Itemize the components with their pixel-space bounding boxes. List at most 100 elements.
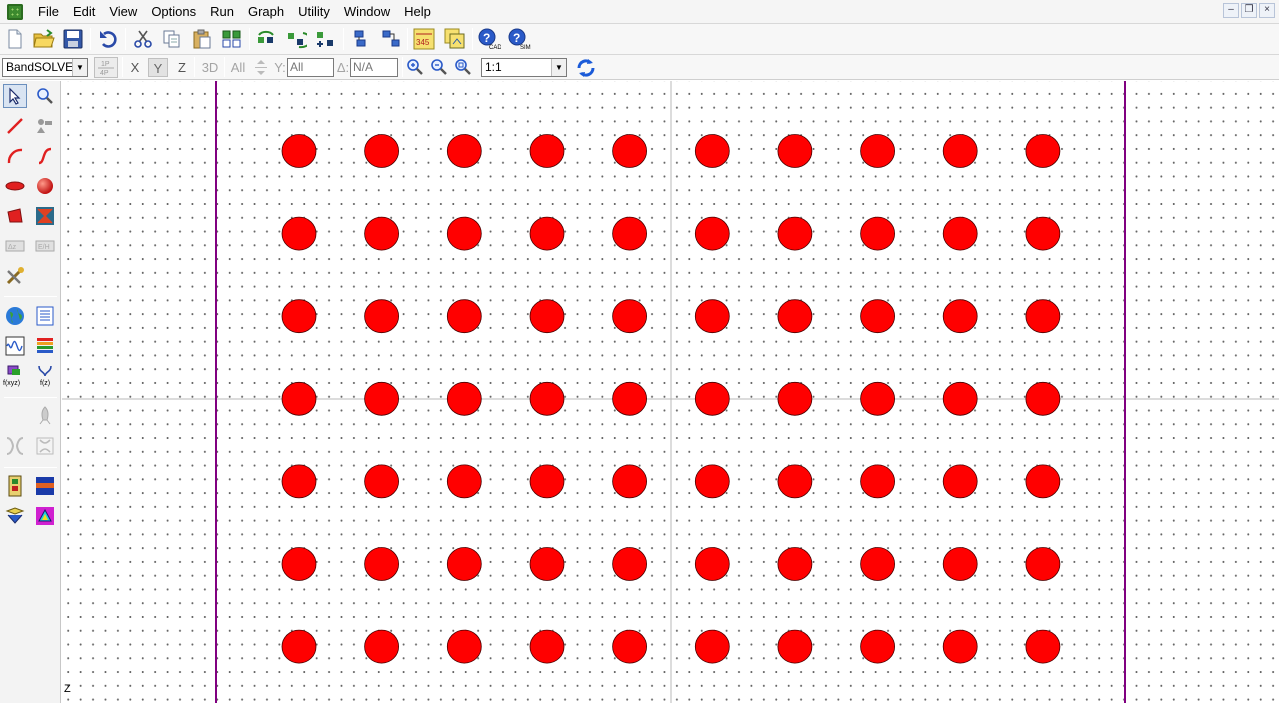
lattice-rod — [942, 299, 978, 334]
svg-text:E/H: E/H — [38, 244, 50, 251]
menu-run[interactable]: Run — [203, 1, 241, 23]
lattice-rod — [281, 299, 317, 334]
zoom-fit-icon[interactable] — [454, 58, 472, 76]
function-z-icon[interactable]: f(z) — [33, 364, 57, 388]
layout-toggle-icon[interactable]: 1P 4P — [94, 57, 118, 78]
window-controls: – ❐ × — [1223, 3, 1275, 18]
select-tool-icon[interactable] — [3, 84, 27, 108]
lattice-rod — [942, 381, 978, 416]
lattice-rod — [446, 381, 482, 416]
field-plot-icon[interactable] — [33, 504, 57, 528]
menu-edit[interactable]: Edit — [66, 1, 102, 23]
open-folder-icon[interactable] — [32, 27, 56, 51]
svg-text:4P: 4P — [100, 70, 109, 77]
mode-solver-icon[interactable] — [3, 474, 27, 498]
lattice-rod — [860, 381, 895, 416]
axis-y-button[interactable]: Y — [148, 58, 168, 77]
delta-input[interactable]: N/A — [350, 58, 398, 77]
ellipse-tool-icon[interactable] — [3, 174, 27, 198]
menu-file[interactable]: File — [31, 1, 66, 23]
rotate-right-icon[interactable] — [284, 27, 308, 51]
axis-z-button[interactable]: Z — [174, 58, 190, 77]
list-icon[interactable] — [33, 304, 57, 328]
menu-view[interactable]: View — [102, 1, 144, 23]
shape-tool-icon[interactable] — [33, 114, 57, 138]
svg-text:?: ? — [483, 31, 490, 45]
function-xyz-icon[interactable]: f(xyz) — [3, 364, 27, 388]
layers-icon[interactable] — [443, 27, 467, 51]
close-icon[interactable]: × — [1259, 3, 1275, 18]
menu-options[interactable]: Options — [144, 1, 203, 23]
lattice-rod — [364, 299, 400, 334]
duplicate-icon[interactable] — [220, 27, 244, 51]
rotate-left-icon[interactable] — [254, 27, 278, 51]
lattice-rod — [446, 134, 482, 168]
lattice-rod — [529, 547, 565, 581]
lattice-rod — [281, 134, 317, 168]
lattice-rod — [777, 299, 813, 334]
lattice-rod — [446, 547, 482, 581]
lattice-rod — [777, 629, 813, 664]
zoom-in-icon[interactable] — [406, 58, 424, 76]
show-all-button[interactable]: All — [228, 58, 248, 77]
zoom-select[interactable]: 1:1 ▼ — [481, 58, 567, 77]
line-tool-icon[interactable] — [3, 114, 27, 138]
lattice-rod — [777, 216, 813, 251]
simulator-select[interactable]: BandSOLVE ▼ — [2, 58, 88, 77]
svg-text:SIM: SIM — [520, 45, 531, 50]
band-map-icon[interactable] — [33, 474, 57, 498]
minimize-icon[interactable]: – — [1223, 3, 1239, 18]
menu-bar: File Edit View Options Run Graph Utility… — [0, 0, 1279, 24]
main-toolbar: 345 ? CAD ? SIM — [0, 24, 1279, 55]
arc-tool-icon[interactable] — [3, 144, 27, 168]
group-icon[interactable] — [379, 27, 403, 51]
coord-label: Y: — [274, 60, 286, 75]
bring-front-icon[interactable] — [349, 27, 373, 51]
restore-icon[interactable]: ❐ — [1241, 3, 1257, 18]
globe-icon[interactable] — [3, 304, 27, 328]
lattice-rod — [364, 629, 400, 664]
save-icon[interactable] — [61, 27, 85, 51]
axis-x-button[interactable]: X — [127, 58, 143, 77]
step-icon[interactable] — [253, 59, 269, 76]
design-canvas[interactable]: Z — [62, 81, 1279, 703]
lattice-rod — [612, 216, 647, 251]
zoom-tool-icon[interactable] — [33, 84, 57, 108]
menu-utility[interactable]: Utility — [291, 1, 337, 23]
taper-tool-icon[interactable] — [33, 204, 57, 228]
curve-tool-icon[interactable] — [33, 144, 57, 168]
lattice-rod — [860, 629, 895, 664]
coord-input[interactable]: All — [287, 58, 334, 77]
chevron-down-icon: ▼ — [72, 59, 87, 76]
view-3d-button[interactable]: 3D — [199, 58, 221, 77]
paste-icon[interactable] — [190, 27, 214, 51]
lattice-rod — [1025, 547, 1061, 581]
app-icon[interactable] — [7, 3, 23, 20]
cad-help-icon[interactable]: ? CAD — [477, 27, 501, 51]
polygon-tool-icon[interactable] — [3, 204, 27, 228]
menu-graph[interactable]: Graph — [241, 1, 291, 23]
undo-icon[interactable] — [96, 27, 120, 51]
lattice-rod — [860, 216, 895, 251]
menu-window[interactable]: Window — [337, 1, 397, 23]
new-file-icon[interactable] — [3, 27, 27, 51]
tools-icon[interactable] — [3, 264, 27, 288]
menu-help[interactable]: Help — [397, 1, 438, 23]
lattice-rod — [529, 464, 565, 499]
lattice-layout[interactable] — [62, 81, 1279, 703]
zoom-out-icon[interactable] — [430, 58, 448, 76]
waveform-icon[interactable] — [3, 334, 27, 358]
array-add-icon[interactable] — [314, 27, 338, 51]
lattice-rod — [529, 381, 565, 416]
layout-download-icon[interactable] — [3, 504, 27, 528]
profile-layers-icon[interactable] — [33, 334, 57, 358]
lattice-rod — [364, 134, 400, 168]
sim-help-icon[interactable]: ? SIM — [507, 27, 531, 51]
refresh-icon[interactable] — [575, 57, 597, 79]
lattice-rod — [364, 216, 400, 251]
cut-icon[interactable] — [131, 27, 155, 51]
copy-icon[interactable] — [160, 27, 184, 51]
lattice-rod — [860, 299, 895, 334]
sphere-tool-icon[interactable] — [33, 174, 57, 198]
parameters-icon[interactable]: 345 — [412, 27, 436, 51]
